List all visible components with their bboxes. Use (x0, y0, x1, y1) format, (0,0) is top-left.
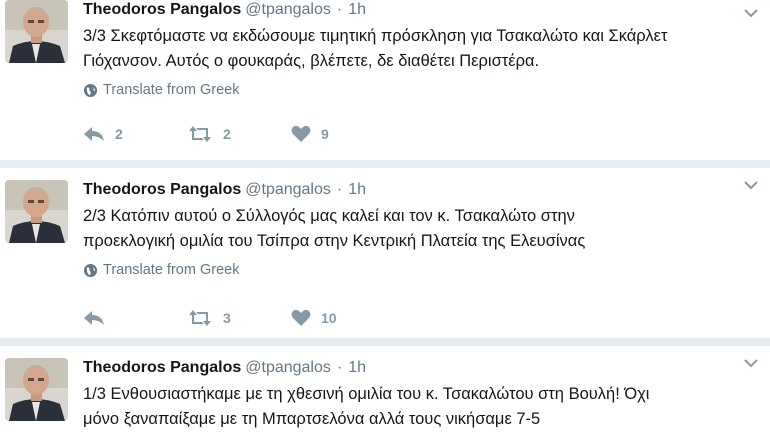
globe-icon (83, 263, 98, 277)
retweet-count: 3 (223, 310, 231, 326)
tweet[interactable]: Theodoros Pangalos @tpangalos · 1h 2/3 Κατό… (0, 168, 770, 338)
tweet[interactable]: Theodoros Pangalos @tpangalos · 1h 1/3 Ενθο… (0, 346, 770, 439)
separator-dot: · (336, 1, 343, 18)
like-count: 9 (321, 126, 329, 142)
tweet-actions: 2 2 9 (83, 125, 395, 143)
retweet-icon (189, 126, 211, 142)
tweet-text-line: Γιόχανσον. Αυτός ο φουκαράς, βλέπετε, δε… (83, 52, 540, 70)
timestamp[interactable]: 1h (348, 359, 366, 376)
timestamp[interactable]: 1h (348, 181, 366, 198)
tweet-text: 1/3 Ενθουσιαστήκαμε με τη χθεσινή ομιλία… (83, 382, 730, 432)
username[interactable]: @tpangalos (245, 359, 331, 376)
tweet-actions: 3 10 (83, 309, 395, 327)
tweet-header: Theodoros Pangalos @tpangalos · 1h (83, 180, 730, 200)
display-name[interactable]: Theodoros Pangalos (83, 359, 241, 376)
avatar[interactable] (5, 0, 68, 63)
retweet-button[interactable]: 2 (187, 126, 291, 142)
tweet-header: Theodoros Pangalos @tpangalos · 1h (83, 0, 730, 20)
reply-button[interactable] (83, 310, 187, 326)
tweet-text-line: 1/3 Ενθουσιαστήκαμε με τη χθεσινή ομιλία… (83, 385, 650, 403)
reply-icon (84, 311, 104, 325)
tweet-text-line: προεκλογική ομιλία του Τσίπρα στην Κεντρ… (83, 232, 586, 250)
display-name[interactable]: Theodoros Pangalos (83, 1, 241, 18)
tweet[interactable]: Theodoros Pangalos @tpangalos · 1h 3/3 Σκεφ… (0, 0, 770, 160)
tweet-text: 2/3 Κατόπιν αυτού ο Σύλλογός μας καλεί κ… (83, 204, 730, 254)
avatar[interactable] (5, 180, 68, 243)
username[interactable]: @tpangalos (245, 1, 331, 18)
globe-icon (83, 83, 98, 97)
like-button[interactable]: 10 (291, 309, 395, 327)
retweet-count: 2 (223, 126, 231, 142)
chevron-down-icon[interactable] (744, 358, 758, 368)
translate-link[interactable]: Translate from Greek (83, 262, 730, 278)
retweet-icon (189, 310, 211, 326)
timeline-feed: Theodoros Pangalos @tpangalos · 1h 3/3 Σκεφ… (0, 0, 770, 439)
tweet-text-line: 2/3 Κατόπιν αυτού ο Σύλλογός μας καλεί κ… (83, 207, 575, 225)
display-name[interactable]: Theodoros Pangalos (83, 181, 241, 198)
translate-link[interactable]: Translate from Greek (83, 82, 730, 98)
retweet-button[interactable]: 3 (187, 310, 291, 326)
reply-count: 2 (115, 126, 123, 142)
tweet-text-line: 3/3 Σκεφτόμαστε να εκδώσουμε τιμητική πρ… (83, 27, 668, 45)
reply-icon (84, 127, 104, 141)
avatar[interactable] (5, 358, 68, 421)
like-count: 10 (321, 310, 337, 326)
like-button[interactable]: 9 (291, 125, 395, 143)
chevron-down-icon[interactable] (744, 180, 758, 190)
tweet-text-line: μόνο ξαναπαίξαμε με τη Μπαρτσελόνα αλλά … (83, 410, 541, 428)
translate-label: Translate from Greek (103, 82, 240, 98)
tweet-divider (0, 160, 770, 168)
chevron-down-icon[interactable] (744, 8, 758, 18)
username[interactable]: @tpangalos (245, 181, 331, 198)
separator-dot: · (336, 181, 343, 198)
tweet-header: Theodoros Pangalos @tpangalos · 1h (83, 358, 730, 378)
separator-dot: · (336, 359, 343, 376)
tweet-divider (0, 338, 770, 346)
translate-label: Translate from Greek (103, 262, 240, 278)
reply-button[interactable]: 2 (83, 126, 187, 142)
timestamp[interactable]: 1h (348, 1, 366, 18)
heart-icon (291, 125, 311, 142)
heart-icon (291, 309, 311, 326)
tweet-text: 3/3 Σκεφτόμαστε να εκδώσουμε τιμητική πρ… (83, 24, 730, 74)
